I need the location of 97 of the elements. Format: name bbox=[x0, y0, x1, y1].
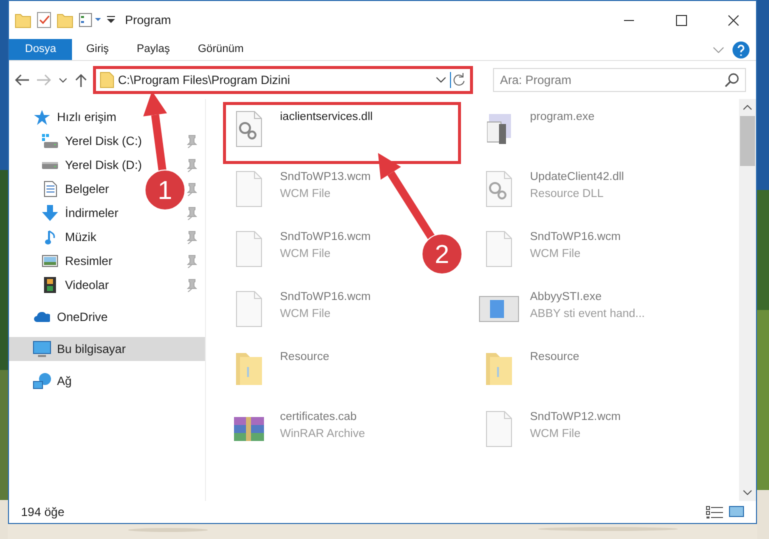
file-type: ABBY sti event hand... bbox=[530, 307, 645, 322]
chevron-up-icon[interactable] bbox=[743, 105, 752, 110]
file-name: SndToWP13.wcm bbox=[280, 170, 371, 185]
file-name: AbbyySTI.exe bbox=[530, 290, 603, 305]
star-icon bbox=[34, 110, 50, 124]
sidebar-item[interactable]: Hızlı erişim bbox=[33, 105, 116, 129]
large-icons-view-icon[interactable] bbox=[729, 506, 744, 516]
sidebar-item[interactable]: OneDrive bbox=[33, 305, 108, 329]
app-window-icon bbox=[479, 296, 519, 322]
file-type: WCM File bbox=[530, 427, 582, 442]
checklist-icon[interactable] bbox=[37, 12, 51, 28]
file-item[interactable]: SndToWP12.wcm WCM File bbox=[474, 403, 625, 463]
file-item[interactable]: iaclientservices.dll bbox=[224, 103, 460, 163]
properties-icon[interactable] bbox=[79, 13, 101, 27]
ribbon-tab[interactable]: Paylaş bbox=[122, 39, 184, 60]
file-item[interactable]: UpdateClient42.dll Resource DLL bbox=[474, 163, 628, 223]
file-item[interactable]: Resource bbox=[224, 343, 334, 403]
file-name: iaclientservices.dll bbox=[280, 110, 373, 125]
file-type: Resource DLL bbox=[530, 187, 605, 202]
file-name: Resource bbox=[530, 350, 580, 365]
file-name: SndToWP16.wcm bbox=[530, 230, 621, 245]
music-note-icon bbox=[45, 230, 55, 244]
chevron-down-icon[interactable] bbox=[59, 78, 67, 82]
document-icon bbox=[44, 181, 56, 197]
picture-icon bbox=[42, 255, 58, 267]
file-type: WCM File bbox=[280, 187, 332, 202]
installer-icon bbox=[487, 114, 511, 144]
blank-file-icon bbox=[486, 231, 512, 267]
help-icon[interactable] bbox=[732, 40, 750, 58]
film-icon bbox=[44, 277, 56, 293]
sidebar-item[interactable]: Videolar bbox=[41, 273, 109, 297]
file-name: SndToWP16.wcm bbox=[280, 230, 371, 245]
blank-file-icon bbox=[486, 411, 512, 447]
scroll-thumb[interactable] bbox=[740, 116, 755, 166]
address-bar[interactable]: C:\Program Files\Program Dizini bbox=[95, 68, 471, 92]
ribbon-tab[interactable]: Dosya bbox=[9, 39, 72, 60]
search-icon bbox=[725, 73, 739, 87]
sidebar-item[interactable]: İndirmeler bbox=[41, 201, 118, 225]
drive-icon bbox=[42, 134, 58, 148]
file-item[interactable]: Resource bbox=[474, 343, 584, 403]
archive-books-icon bbox=[234, 417, 264, 441]
step-marker bbox=[144, 170, 186, 210]
refresh-icon[interactable] bbox=[450, 72, 466, 88]
ribbon-tab[interactable]: Görünüm bbox=[184, 39, 258, 60]
blank-file-icon bbox=[236, 171, 262, 207]
file-item[interactable]: SndToWP16.wcm WCM File bbox=[224, 223, 375, 283]
computer-icon bbox=[33, 341, 51, 357]
network-icon bbox=[33, 373, 51, 389]
file-item[interactable]: SndToWP16.wcm WCM File bbox=[224, 283, 375, 343]
step-number: 1 bbox=[158, 175, 172, 205]
sidebar-item[interactable]: Yerel Disk (D:) bbox=[41, 153, 142, 177]
close-icon bbox=[728, 14, 738, 26]
file-item[interactable]: program.exe bbox=[474, 103, 599, 163]
blank-file-icon bbox=[236, 231, 262, 267]
file-type: WCM File bbox=[280, 307, 332, 322]
sidebar-item[interactable]: Resimler bbox=[41, 249, 112, 273]
file-type: WCM File bbox=[530, 247, 582, 262]
ribbon-tab[interactable]: Giriş bbox=[72, 39, 123, 60]
file-name: Resource bbox=[280, 350, 330, 365]
item-count: 194 öğe bbox=[21, 504, 64, 521]
chevron-down-icon[interactable] bbox=[743, 490, 752, 495]
scrollbar[interactable] bbox=[739, 99, 756, 501]
sidebar-item[interactable]: Yerel Disk (C:) bbox=[41, 129, 142, 153]
file-name: SndToWP12.wcm bbox=[530, 410, 621, 425]
window-title: Program bbox=[125, 12, 172, 29]
folder-icon bbox=[100, 72, 114, 88]
file-type: WinRAR Archive bbox=[280, 427, 365, 442]
chevron-down-icon[interactable] bbox=[436, 77, 446, 83]
file-item[interactable]: AbbyySTI.exe ABBY sti event hand... bbox=[474, 283, 649, 343]
back-arrow-icon[interactable] bbox=[15, 74, 29, 86]
step-number: 2 bbox=[434, 239, 450, 269]
blank-file-icon bbox=[236, 291, 262, 327]
file-name: UpdateClient42.dll bbox=[530, 170, 624, 185]
step-marker bbox=[422, 234, 462, 274]
file-name: SndToWP16.wcm bbox=[280, 290, 371, 305]
gears-icon bbox=[236, 111, 262, 147]
folder-icon bbox=[486, 353, 512, 385]
cloud-icon bbox=[34, 312, 50, 322]
file-type: WCM File bbox=[280, 247, 332, 262]
file-item[interactable]: certificates.cab WinRAR Archive bbox=[224, 403, 369, 463]
file-item[interactable]: SndToWP13.wcm WCM File bbox=[224, 163, 375, 223]
details-view-icon[interactable] bbox=[706, 506, 723, 518]
search-field[interactable]: Ara: Program bbox=[493, 68, 746, 92]
sidebar-item[interactable]: Belgeler bbox=[41, 177, 110, 201]
drive-icon bbox=[42, 162, 58, 168]
dropdown-icon[interactable] bbox=[107, 16, 115, 24]
sidebar-item[interactable]: Ağ bbox=[33, 369, 72, 393]
sidebar-item[interactable]: Müzik bbox=[41, 225, 96, 249]
file-item[interactable]: SndToWP16.wcm WCM File bbox=[474, 223, 625, 283]
file-name: certificates.cab bbox=[280, 410, 358, 425]
file-name: program.exe bbox=[530, 110, 595, 125]
download-arrow-icon bbox=[42, 205, 58, 221]
gears-icon bbox=[486, 171, 512, 207]
maximize-icon bbox=[676, 14, 686, 26]
folder-icon bbox=[236, 353, 262, 385]
up-arrow-icon[interactable] bbox=[75, 73, 87, 87]
folder-icon bbox=[15, 12, 31, 28]
